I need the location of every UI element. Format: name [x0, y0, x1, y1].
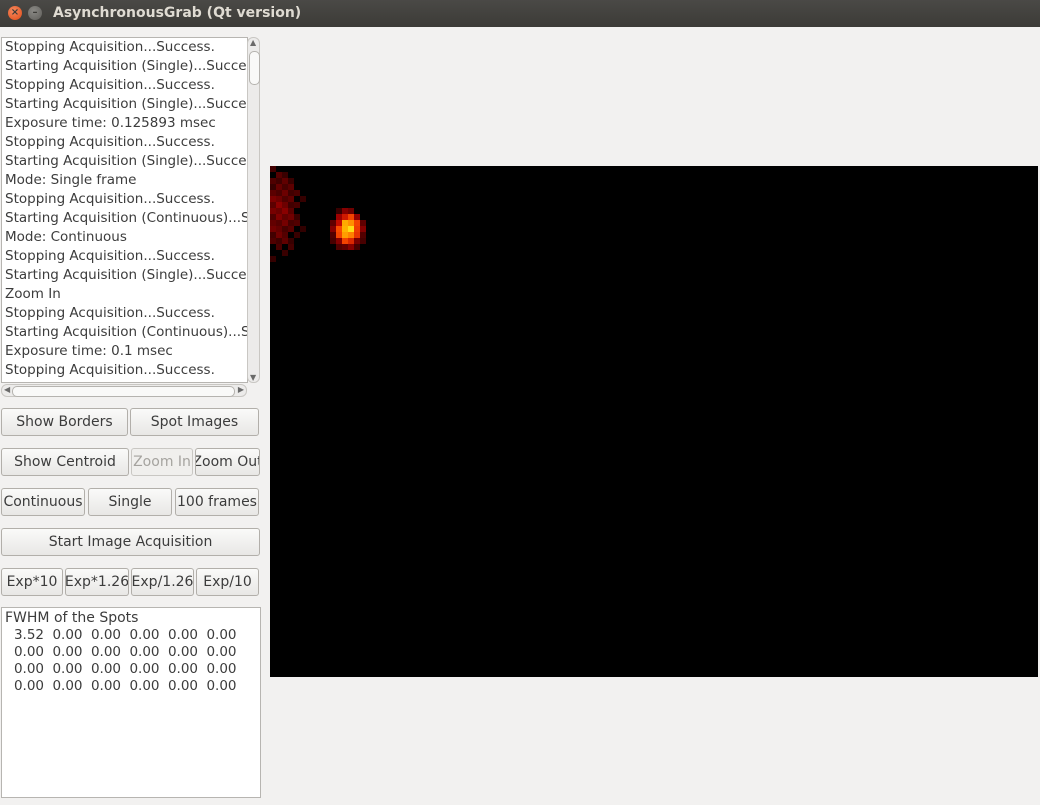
single-button[interactable]: Single [88, 488, 172, 516]
spot-images-button[interactable]: Spot Images [130, 408, 259, 436]
fwhm-value: 0.00 [129, 627, 160, 643]
log-line[interactable]: Stopping Acquisition...Success. [5, 304, 215, 323]
log-line[interactable]: Stopping Acquisition...Success. [5, 361, 215, 380]
log-line[interactable]: Exposure time: 0.1 msec [5, 342, 173, 361]
fwhm-value: 0.00 [90, 661, 121, 677]
fwhm-value: 0.00 [52, 678, 83, 694]
log-line[interactable]: Starting Acquisition (Continuous)...Succ… [5, 209, 247, 228]
log-line[interactable]: Mode: Continuous [5, 228, 127, 247]
log-horizontal-scrollbar[interactable]: ◀ ▶ [1, 384, 247, 397]
fwhm-value: 0.00 [167, 644, 198, 660]
log-line[interactable]: Stopping Acquisition...Success. [5, 247, 215, 266]
scroll-left-icon[interactable]: ◀ [4, 385, 10, 394]
camera-image-view[interactable] [270, 166, 1038, 677]
log-vertical-scrollbar[interactable]: ▲ ▼ [247, 37, 260, 383]
window-minimize-button[interactable]: – [28, 6, 42, 20]
fwhm-value: 0.00 [206, 661, 237, 677]
close-icon: × [10, 7, 20, 18]
exp-div-1-26-button[interactable]: Exp/1.26 [131, 568, 194, 596]
start-image-acquisition-button[interactable]: Start Image Acquisition [1, 528, 260, 556]
exp-times-1-26-button[interactable]: Exp*1.26 [65, 568, 129, 596]
log-line[interactable]: Stopping Acquisition...Success. [5, 76, 215, 95]
fwhm-value: 0.00 [167, 678, 198, 694]
fwhm-value: 0.00 [206, 644, 237, 660]
window-close-button[interactable]: × [8, 6, 22, 20]
minimize-icon: – [32, 7, 38, 18]
scroll-down-icon[interactable]: ▼ [250, 373, 256, 382]
show-borders-button[interactable]: Show Borders [1, 408, 128, 436]
fwhm-value: 3.52 [13, 627, 44, 643]
fwhm-text-area[interactable]: FWHM of the Spots 3.52 0.00 0.00 0.00 0.00 0.… [1, 607, 261, 798]
fwhm-value: 0.00 [129, 644, 160, 660]
continuous-button[interactable]: Continuous [1, 488, 85, 516]
log-line[interactable]: Mode: Single frame [5, 171, 136, 190]
show-centroid-button[interactable]: Show Centroid [1, 448, 129, 476]
log-line[interactable]: Stopping Acquisition...Success. [5, 38, 215, 57]
log-line[interactable]: Starting Acquisition (Single)...Success. [5, 266, 247, 285]
scroll-right-icon[interactable]: ▶ [238, 385, 244, 394]
fwhm-value: 0.00 [13, 644, 44, 660]
fwhm-value: 0.00 [90, 627, 121, 643]
log-line[interactable]: Starting Acquisition (Single)...Success. [5, 152, 247, 171]
fwhm-value: 0.00 [52, 644, 83, 660]
zoom-in-button[interactable]: Zoom In [131, 448, 193, 476]
fwhm-value: 0.00 [167, 661, 198, 677]
fwhm-value: 0.00 [206, 627, 237, 643]
log-line[interactable]: Starting Acquisition (Continuous)...Succ… [5, 323, 247, 342]
log-line[interactable]: Zoom In [5, 285, 61, 304]
fwhm-title: FWHM of the Spots [5, 610, 139, 626]
fwhm-value: 0.00 [167, 627, 198, 643]
zoom-out-button[interactable]: Zoom Out [195, 448, 260, 476]
fwhm-value: 0.00 [52, 661, 83, 677]
window-title: AsynchronousGrab (Qt version) [53, 5, 302, 21]
spot-image [270, 166, 366, 262]
fwhm-value: 0.00 [129, 678, 160, 694]
scroll-thumb[interactable] [12, 386, 235, 397]
log-line[interactable]: Exposure time: 0.125893 msec [5, 114, 216, 133]
fwhm-value: 0.00 [90, 644, 121, 660]
fwhm-value: 0.00 [13, 661, 44, 677]
exp-div-10-button[interactable]: Exp/10 [196, 568, 259, 596]
log-line[interactable]: Stopping Acquisition...Success. [5, 133, 215, 152]
log-line[interactable]: Stopping Acquisition...Success. [5, 190, 215, 209]
fwhm-value: 0.00 [129, 661, 160, 677]
100-frames-button[interactable]: 100 frames [175, 488, 259, 516]
fwhm-value: 0.00 [206, 678, 237, 694]
exp-times-10-button[interactable]: Exp*10 [1, 568, 63, 596]
log-line[interactable]: Starting Acquisition (Single)...Success. [5, 95, 247, 114]
fwhm-value: 0.00 [13, 678, 44, 694]
fwhm-value: 0.00 [90, 678, 121, 694]
title-bar: × – AsynchronousGrab (Qt version) [0, 0, 1040, 27]
scroll-thumb[interactable] [249, 51, 260, 85]
fwhm-value: 0.00 [52, 627, 83, 643]
scroll-up-icon[interactable]: ▲ [250, 38, 256, 47]
log-list[interactable]: Stopping Acquisition...Success. Starting … [1, 37, 248, 383]
log-line[interactable]: Starting Acquisition (Single)...Success. [5, 57, 247, 76]
